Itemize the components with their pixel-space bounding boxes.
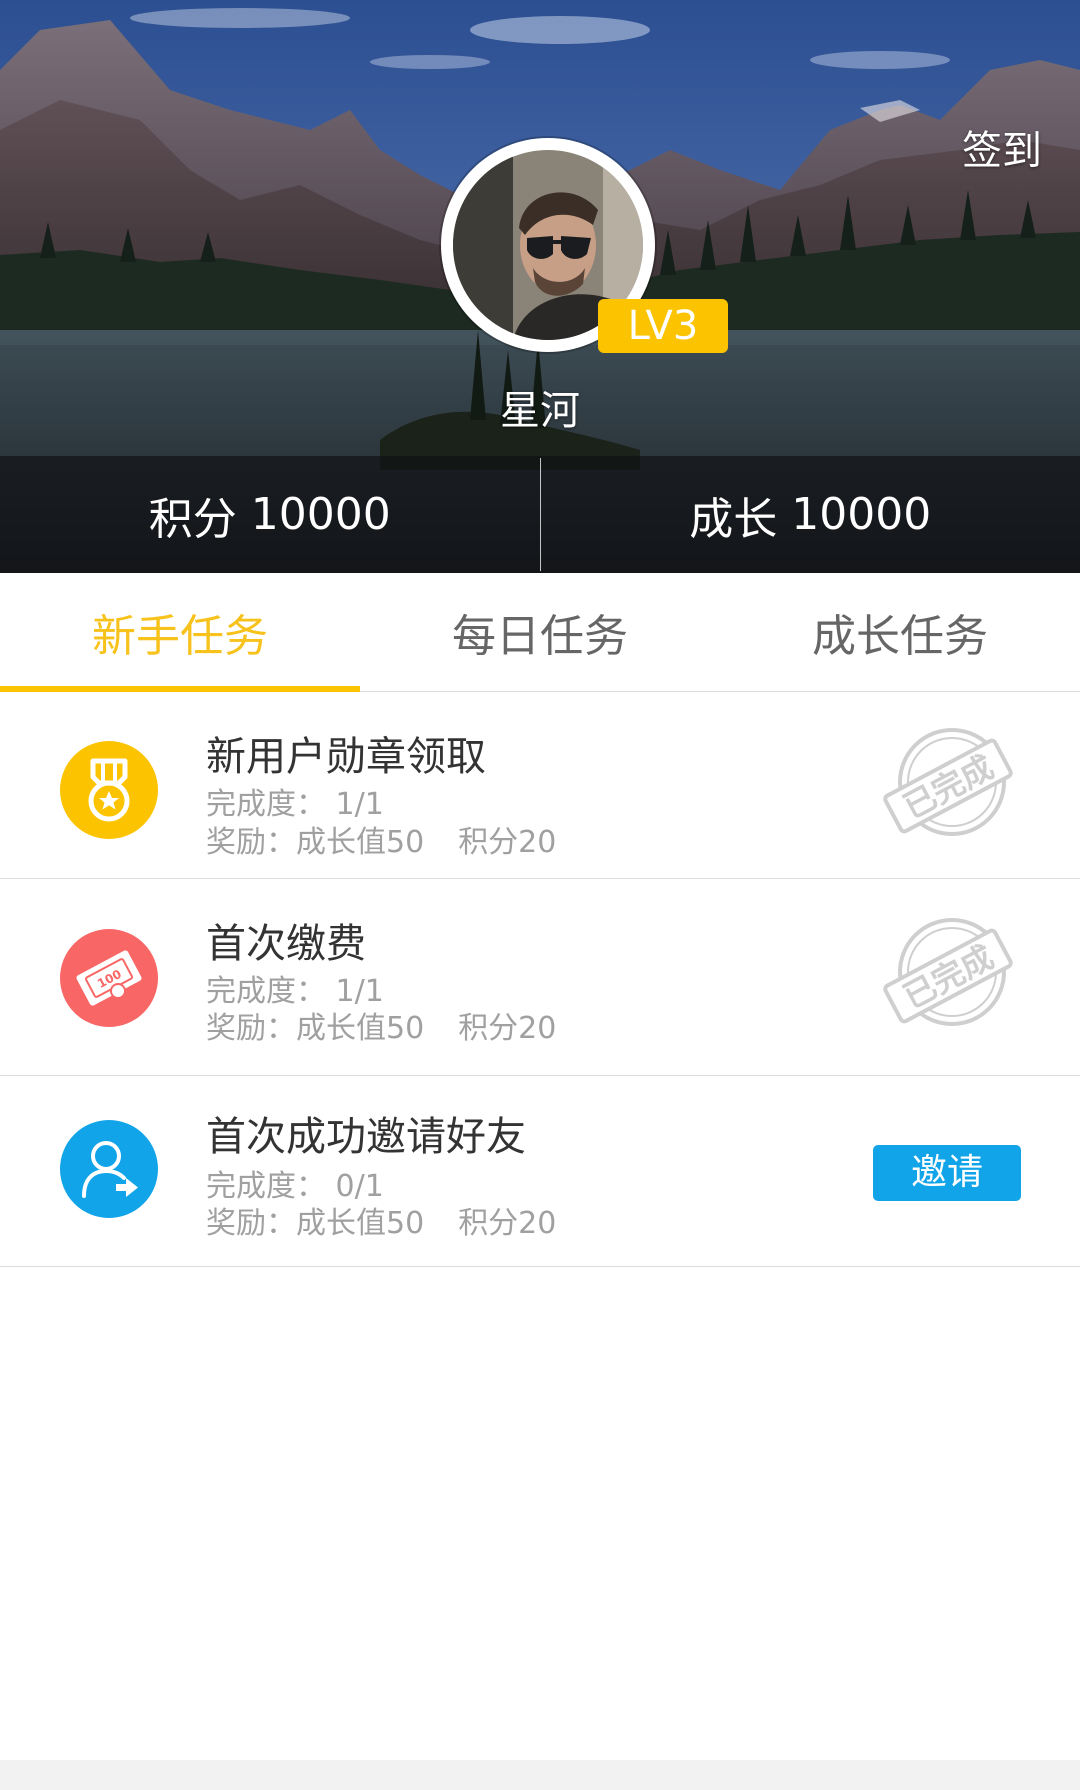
payment-ticket-icon: 100	[60, 929, 158, 1027]
completed-stamp-icon: 已完成	[883, 728, 1013, 836]
task-title: 首次成功邀请好友	[206, 1114, 526, 1160]
completed-stamp-icon: 已完成	[883, 918, 1013, 1026]
reward-growth: 成长值50	[296, 1206, 425, 1241]
reward-label: 奖励：	[206, 1011, 296, 1046]
task-item-payment[interactable]: 100 首次缴费 完成度： 1/1 奖励：成长值50 积分20 已完成	[0, 879, 1080, 1076]
profile-header: 签到 LV3 星河 积分 10000 成长 10000	[0, 0, 1080, 573]
stamp-text: 已完成	[897, 748, 1000, 827]
task-item-medal[interactable]: 新用户勋章领取 完成度： 1/1 奖励：成长值50 积分20 已完成	[0, 692, 1080, 879]
task-reward: 奖励：成长值50 积分20	[206, 1198, 556, 1242]
invite-user-icon	[60, 1120, 158, 1218]
task-title: 首次缴费	[206, 921, 366, 967]
points-label: 积分	[148, 493, 237, 545]
points-stat[interactable]: 积分 10000	[0, 456, 540, 573]
bottom-strip	[0, 1760, 1080, 1790]
task-item-invite[interactable]: 首次成功邀请好友 完成度： 0/1 奖励：成长值50 积分20 邀请	[0, 1076, 1080, 1267]
stats-bar: 积分 10000 成长 10000	[0, 456, 1080, 573]
task-title: 新用户勋章领取	[206, 734, 486, 780]
medal-icon	[60, 741, 158, 839]
growth-stat[interactable]: 成长 10000	[541, 456, 1080, 573]
growth-label: 成长	[689, 493, 778, 545]
level-badge: LV3	[598, 299, 728, 353]
stamp-text: 已完成	[897, 938, 1000, 1017]
check-in-button[interactable]: 签到	[962, 118, 1042, 176]
task-tabs: 新手任务 每日任务 成长任务	[0, 573, 1080, 692]
points-value: 10000	[250, 489, 391, 540]
username: 星河	[500, 388, 580, 434]
reward-growth: 成长值50	[296, 1011, 425, 1046]
growth-value: 10000	[791, 489, 932, 540]
task-reward: 奖励：成长值50 积分20	[206, 817, 556, 861]
tab-daily-tasks[interactable]: 每日任务	[360, 573, 720, 691]
invite-button[interactable]: 邀请	[873, 1145, 1021, 1201]
tab-growth-tasks[interactable]: 成长任务	[720, 573, 1080, 691]
reward-points: 积分20	[458, 1011, 557, 1046]
reward-label: 奖励：	[206, 825, 296, 860]
task-center-page: 签到 LV3 星河 积分 10000 成长 10000 新手任务 每日任务 成长…	[0, 0, 1080, 1790]
reward-points: 积分20	[458, 825, 557, 860]
reward-growth: 成长值50	[296, 825, 425, 860]
tab-newbie-tasks[interactable]: 新手任务	[0, 573, 360, 692]
reward-points: 积分20	[458, 1206, 557, 1241]
reward-label: 奖励：	[206, 1206, 296, 1241]
task-reward: 奖励：成长值50 积分20	[206, 1003, 556, 1047]
